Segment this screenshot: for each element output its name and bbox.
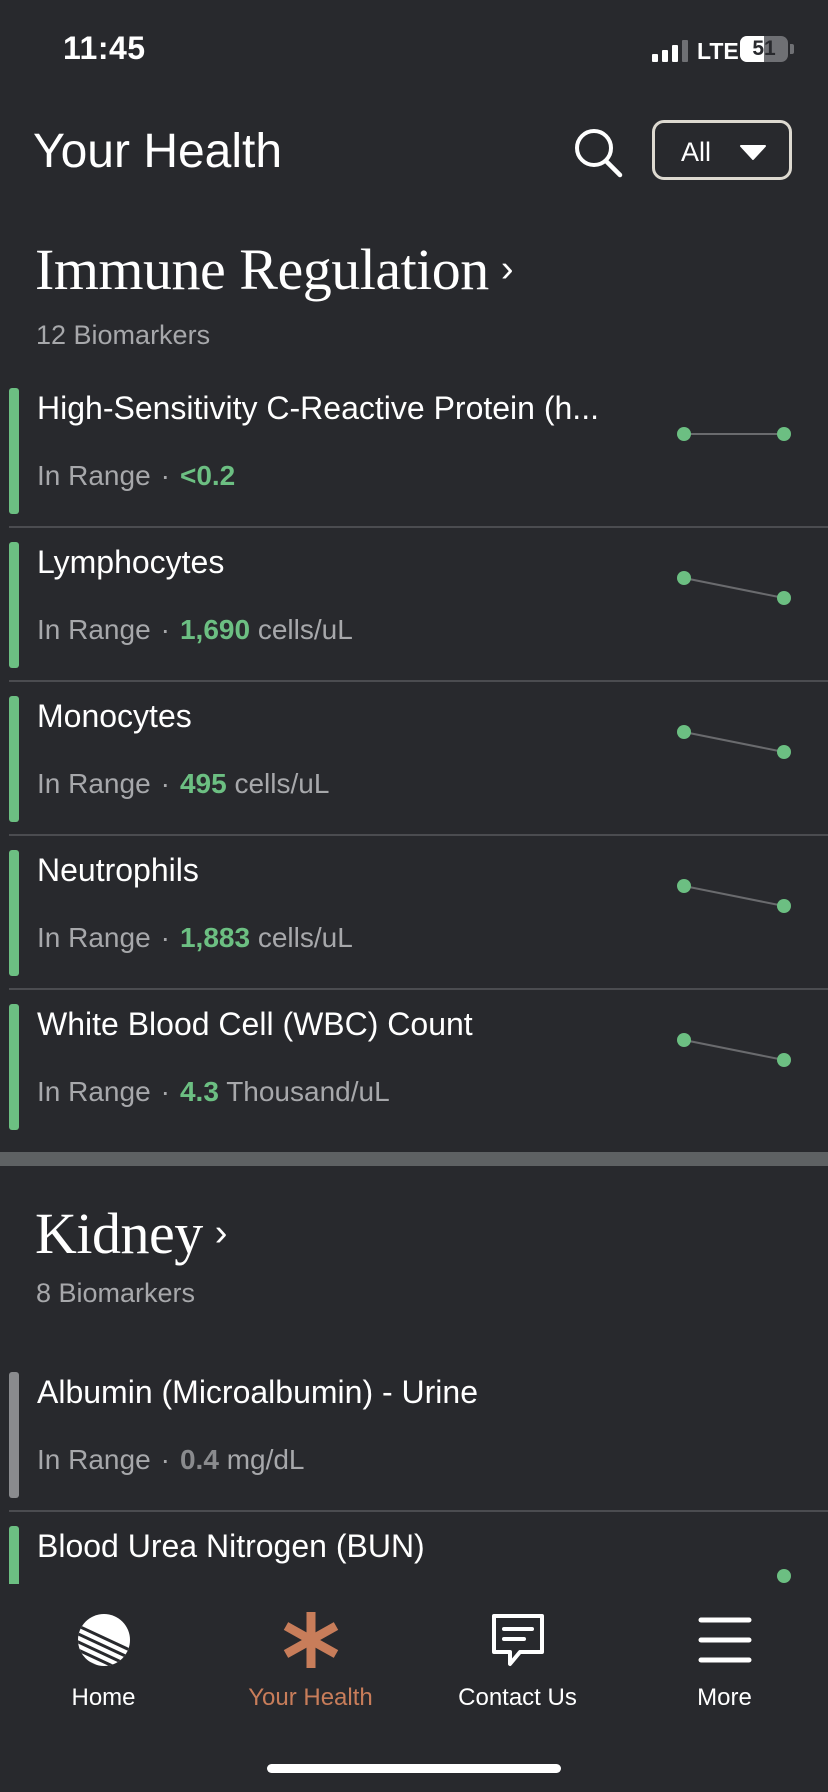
biomarker-row-hs-crp[interactable]: High-Sensitivity C-Reactive Protein (h..… [0,374,828,528]
battery-tip [790,44,794,54]
tab-more[interactable]: More [621,1584,828,1724]
tab-label: Your Health [248,1684,373,1711]
status-bar: 11:45 LTE 51 [0,0,828,100]
tab-label: Contact Us [458,1684,577,1711]
hamburger-menu-icon [698,1617,751,1663]
section-title-kidney[interactable]: Kidney › [35,1200,227,1267]
range-status: In Range [37,768,151,799]
search-icon [575,129,623,178]
tab-bar: Home Your Health Contact Us More [0,1584,828,1792]
tab-your-health[interactable]: Your Health [207,1584,414,1724]
page-title: Your Health [33,125,283,178]
biomarker-row-bun[interactable]: Blood Urea Nitrogen (BUN) [0,1512,828,1584]
trend-sparkline [677,879,791,913]
biomarker-unit: Thousand/uL [226,1076,390,1107]
search-button[interactable] [572,124,624,180]
range-status: In Range [37,922,151,953]
battery-level: 51 [752,37,776,60]
biomarker-unit: cells/uL [257,614,353,645]
biomarker-unit: cells/uL [257,922,353,953]
filter-label: All [681,137,712,167]
biomarker-status-line: In Range · 4.3 Thousand/uL [37,1076,390,1107]
asterisk-icon [283,1612,338,1668]
tab-label: Home [71,1684,136,1711]
trend-sparkline [677,571,791,605]
chevron-right-icon: › [214,1212,228,1254]
section-title-text: Kidney [35,1201,203,1266]
biomarker-value: <0.2 [179,460,236,491]
trend-sparkline [777,1569,791,1583]
section-title-text: Immune Regulation [35,237,489,302]
biomarker-value: 0.4 [179,1444,219,1475]
range-indicator-bar [9,1526,19,1584]
biomarker-name: Monocytes [37,698,192,734]
biomarker-name: Lymphocytes [37,544,225,580]
section-count: 8 Biomarkers [36,1278,196,1308]
network-type: LTE [697,38,739,64]
chat-icon [491,1614,544,1666]
section-count: 12 Biomarkers [36,320,211,350]
trend-sparkline [677,427,791,441]
tab-home[interactable]: Home [0,1584,207,1724]
biomarker-value: 1,883 [179,922,251,953]
biomarker-status-line: In Range · <0.2 [37,460,236,491]
home-logo-icon [77,1614,130,1666]
trend-sparkline [677,725,791,759]
range-indicator-bar [9,1004,19,1130]
biomarker-row-lymphocytes[interactable]: Lymphocytes In Range · 1,690 cells/uL [0,528,828,682]
tab-contact-us[interactable]: Contact Us [414,1584,621,1724]
biomarker-row-albumin[interactable]: Albumin (Microalbumin) - Urine In Range ·… [0,1358,828,1512]
range-indicator-bar [9,850,19,976]
range-indicator-bar [9,696,19,822]
biomarker-status-line: In Range · 1,883 cells/uL [37,922,353,953]
biomarker-status-line: In Range · 1,690 cells/uL [37,614,353,645]
range-indicator-bar [9,542,19,668]
biomarker-name: High-Sensitivity C-Reactive Protein (h..… [37,390,599,426]
range-indicator-bar [9,388,19,514]
chevron-right-icon: › [500,248,514,290]
range-status: In Range [37,1444,151,1475]
biomarker-row-monocytes[interactable]: Monocytes In Range · 495 cells/uL [0,682,828,836]
caret-down-icon [740,145,766,160]
biomarker-status-line: In Range · 495 cells/uL [37,768,330,799]
battery-icon: 51 [740,36,788,62]
biomarker-row-neutrophils[interactable]: Neutrophils In Range · 1,883 cells/uL [0,836,828,990]
biomarker-name: Albumin (Microalbumin) - Urine [37,1374,478,1410]
biomarker-name: Neutrophils [37,852,199,888]
biomarker-value: 1,690 [179,614,251,645]
status-time: 11:45 [63,30,146,66]
range-status: In Range [37,460,151,491]
trend-sparkline [677,1033,791,1067]
range-status: In Range [37,614,151,645]
biomarker-value: 495 [179,768,227,799]
biomarker-name: Blood Urea Nitrogen (BUN) [37,1528,425,1564]
section-title-immune-regulation[interactable]: Immune Regulation › [35,236,513,303]
biomarker-name: White Blood Cell (WBC) Count [37,1006,473,1042]
biomarker-status-line: In Range · 0.4 mg/dL [37,1444,305,1475]
biomarker-unit: cells/uL [234,768,330,799]
biomarker-unit: mg/dL [226,1444,305,1475]
biomarker-row-wbc[interactable]: White Blood Cell (WBC) Count In Range · 4.… [0,990,828,1144]
signal-icon [652,40,688,62]
filter-dropdown[interactable]: All [652,120,792,180]
tab-label: More [697,1684,752,1711]
range-status: In Range [37,1076,151,1107]
section-separator [0,1152,828,1166]
home-indicator [267,1764,561,1773]
biomarker-value: 4.3 [179,1076,219,1107]
range-indicator-bar [9,1372,19,1498]
